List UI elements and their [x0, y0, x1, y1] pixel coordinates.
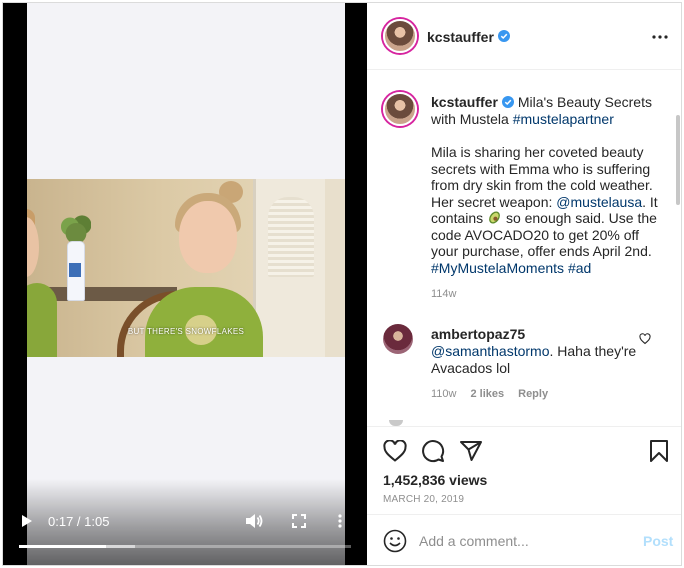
smiley-icon	[383, 529, 407, 553]
hashtag-link[interactable]: #ad	[568, 260, 591, 276]
video-frame[interactable]: BUT THERE'S SNOWFLAKES	[27, 3, 345, 565]
caption-age: 114w	[431, 288, 457, 300]
mention-link[interactable]: @mustelausa	[556, 194, 642, 210]
video-player[interactable]: BUT THERE'S SNOWFLAKES 0:17 / 1:05	[3, 3, 367, 565]
play-icon	[22, 515, 32, 527]
verified-icon	[501, 96, 514, 108]
hashtag-link[interactable]: #mustelapartner	[513, 111, 614, 127]
caption-text: Mila is sharing her coveted beauty secre…	[431, 144, 663, 276]
verified-icon	[498, 30, 510, 42]
post-actions: 1,452,836 views MARCH 20, 2019	[367, 426, 681, 515]
caption-username[interactable]: kcstauffer	[431, 94, 498, 110]
post-header: kcstauffer	[367, 3, 681, 70]
comment-likes[interactable]: 2 likes	[470, 388, 504, 400]
video-progress-bar[interactable]	[19, 545, 351, 548]
like-button[interactable]	[381, 437, 409, 465]
comment-input[interactable]	[419, 531, 619, 551]
play-button[interactable]	[17, 511, 37, 531]
comment-button[interactable]	[419, 437, 447, 465]
share-button[interactable]	[457, 437, 485, 465]
comments-list[interactable]: kcstauffer Mila's Beauty Secrets with Mu…	[367, 70, 681, 426]
volume-button[interactable]	[243, 511, 265, 531]
caption-author-avatar[interactable]	[383, 92, 417, 126]
heart-icon	[639, 333, 651, 345]
scrollbar-thumb[interactable]	[676, 115, 680, 205]
emoji-button[interactable]	[383, 529, 407, 553]
comment-meta: 110w 2 likes Reply	[431, 388, 548, 400]
commenter-avatar[interactable]	[383, 324, 413, 354]
author-avatar[interactable]	[383, 19, 417, 53]
add-comment-bar: Post	[367, 514, 681, 565]
more-horizontal-icon	[652, 35, 668, 39]
comment-age: 110w	[431, 388, 457, 400]
video-more-button[interactable]	[335, 511, 345, 531]
post-date: MARCH 20, 2019	[383, 494, 465, 505]
commenter-username[interactable]: ambertopaz75	[431, 326, 525, 342]
video-clip-image: BUT THERE'S SNOWFLAKES	[27, 179, 345, 357]
post-options-button[interactable]	[651, 29, 669, 45]
reply-button[interactable]: Reply	[518, 388, 548, 400]
author-username[interactable]: kcstauffer	[427, 29, 494, 45]
avocado-emoji-icon	[489, 211, 500, 224]
video-time: 0:17 / 1:05	[48, 514, 110, 529]
comment-text: ambertopaz75 @samanthastormo. Haha they'…	[431, 326, 641, 377]
fullscreen-icon	[292, 514, 306, 528]
video-subtitle: BUT THERE'S SNOWFLAKES	[127, 327, 245, 336]
more-vertical-icon	[338, 514, 342, 528]
comment-icon	[422, 440, 445, 463]
bookmark-icon	[650, 440, 668, 462]
comments-scrollbar[interactable]	[676, 71, 681, 426]
caption-header: kcstauffer Mila's Beauty Secrets with Mu…	[431, 94, 663, 128]
mention-link[interactable]: @samanthastormo	[431, 343, 549, 359]
post-comment-button[interactable]: Post	[643, 533, 673, 549]
video-progress-fill	[19, 545, 106, 548]
verified-badge	[494, 28, 510, 46]
fullscreen-button[interactable]	[289, 511, 309, 531]
heart-icon	[383, 440, 407, 462]
share-icon	[460, 441, 482, 461]
views-count[interactable]: 1,452,836 views	[383, 472, 487, 488]
post-side-panel: kcstauffer kcstauffer Mila's Beauty Secr…	[367, 3, 681, 565]
save-button[interactable]	[645, 437, 673, 465]
comment-like-button[interactable]	[639, 332, 651, 345]
post-modal: BUT THERE'S SNOWFLAKES 0:17 / 1:05 kcsta…	[2, 2, 682, 566]
hashtag-link[interactable]: #MyMustelaMoments	[431, 260, 564, 276]
volume-icon	[246, 514, 263, 528]
